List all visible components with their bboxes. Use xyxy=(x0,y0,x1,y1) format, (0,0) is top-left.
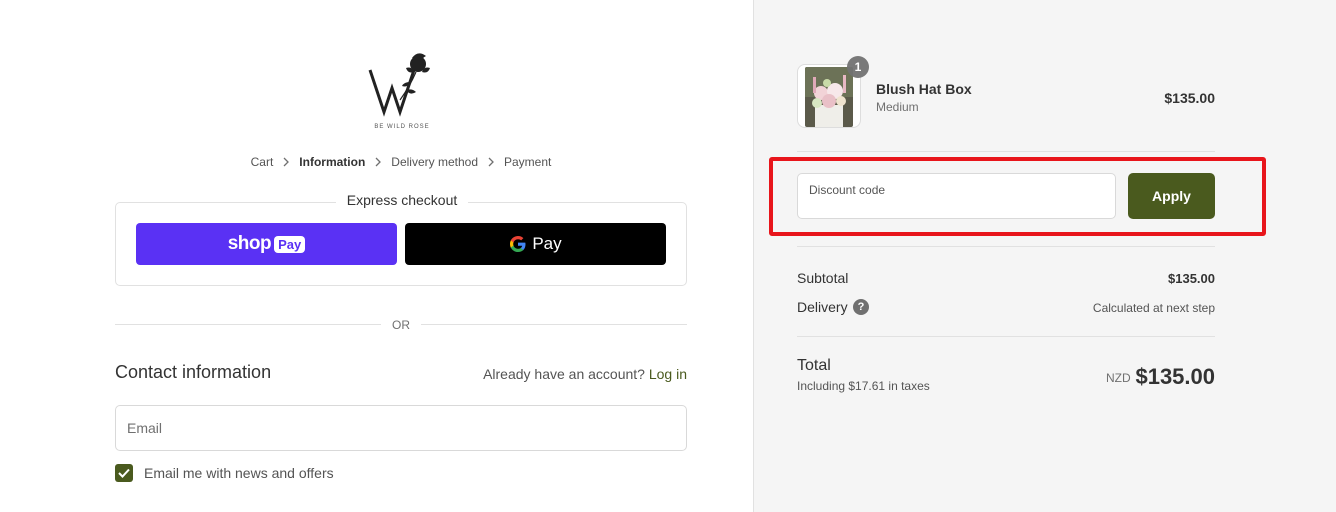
login-link[interactable]: Log in xyxy=(649,366,687,382)
email-field[interactable] xyxy=(115,405,687,451)
logo-caption: BE WILD ROSE xyxy=(374,124,430,130)
google-pay-button[interactable]: Pay xyxy=(405,223,666,265)
total-label: Total xyxy=(797,357,831,374)
breadcrumb: Cart Information Delivery method Payment xyxy=(0,155,802,169)
or-text: OR xyxy=(392,318,410,332)
product-variant: Medium xyxy=(876,100,919,114)
divider-line xyxy=(797,151,1215,152)
google-pay-label: Pay xyxy=(532,234,562,253)
chevron-right-icon xyxy=(283,157,290,167)
divider-line xyxy=(421,324,687,325)
breadcrumb-delivery-method: Delivery method xyxy=(391,155,478,169)
checkmark-icon xyxy=(118,468,130,478)
delivery-label: Delivery xyxy=(797,299,848,315)
total-amount: $135.00 xyxy=(1135,364,1215,389)
divider-line xyxy=(797,246,1215,247)
subtotal-label: Subtotal xyxy=(797,270,849,286)
currency-code: NZD xyxy=(1106,371,1131,385)
quantity-badge: 1 xyxy=(847,56,869,78)
login-prompt: Already have an account? Log in xyxy=(483,366,687,382)
email-input[interactable] xyxy=(116,406,686,450)
account-prompt-text: Already have an account? xyxy=(483,366,645,382)
express-checkout-title: Express checkout xyxy=(336,192,468,208)
chevron-right-icon xyxy=(488,157,494,167)
breadcrumb-payment: Payment xyxy=(504,155,552,169)
product-thumbnail: 1 xyxy=(797,56,869,128)
divider-line xyxy=(115,324,381,325)
newsletter-option: Email me with news and offers xyxy=(115,464,334,482)
product-price: $135.00 xyxy=(1164,90,1215,106)
newsletter-checkbox[interactable] xyxy=(115,464,133,482)
newsletter-label: Email me with news and offers xyxy=(144,465,334,481)
flower-box-image xyxy=(805,67,853,127)
product-name: Blush Hat Box xyxy=(876,81,972,97)
google-g-icon xyxy=(510,236,526,252)
delivery-value: Calculated at next step xyxy=(1092,301,1215,315)
shop-pay-button[interactable]: shop Pay xyxy=(136,223,397,265)
breadcrumb-cart[interactable]: Cart xyxy=(247,155,278,169)
discount-code-field[interactable] xyxy=(797,173,1116,219)
tax-note: Including $17.61 in taxes xyxy=(797,379,930,393)
discount-code-input[interactable] xyxy=(798,174,1115,218)
breadcrumb-information: Information xyxy=(299,155,366,169)
checkout-main-panel: BE WILD ROSE Cart Information Delivery m… xyxy=(0,0,753,512)
shop-pay-badge: Pay xyxy=(274,235,306,253)
or-divider: OR xyxy=(115,318,687,332)
apply-discount-button[interactable]: Apply xyxy=(1128,173,1215,219)
contact-information-title: Contact information xyxy=(115,362,272,382)
chevron-right-icon xyxy=(375,157,382,167)
divider-line xyxy=(797,336,1215,337)
subtotal-value: $135.00 xyxy=(1168,271,1215,286)
help-icon[interactable]: ? xyxy=(853,299,869,315)
shop-pay-wordmark: shop xyxy=(227,233,272,254)
